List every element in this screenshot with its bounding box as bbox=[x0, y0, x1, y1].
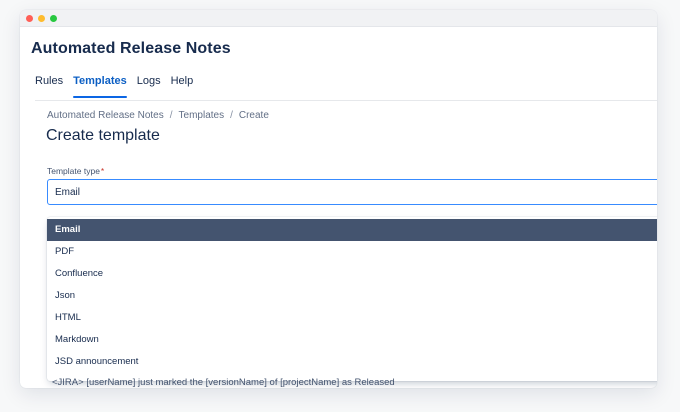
option-html[interactable]: HTML bbox=[47, 307, 657, 329]
template-type-value: Email bbox=[55, 186, 81, 198]
breadcrumb-item-create: Create bbox=[238, 110, 269, 121]
email-subject-preview: <JIRA> [userName] just marked the [versi… bbox=[52, 377, 395, 388]
close-window-icon[interactable] bbox=[26, 14, 33, 22]
page-title: Create template bbox=[46, 127, 160, 144]
option-confluence[interactable]: Confluence bbox=[47, 263, 657, 285]
tab-templates[interactable]: Templates bbox=[68, 75, 132, 98]
breadcrumb-item-automated-release-notes[interactable]: Automated Release Notes bbox=[47, 110, 164, 121]
tab-logs[interactable]: Logs bbox=[132, 75, 166, 98]
breadcrumb-item-templates[interactable]: Templates bbox=[179, 110, 225, 121]
breadcrumb: Automated Release Notes / Templates / Cr… bbox=[47, 110, 269, 121]
app-window: Automated Release Notes Rules Templates … bbox=[20, 10, 657, 388]
nav-tabs: Rules Templates Logs Help bbox=[35, 75, 657, 101]
option-jsd-announcement[interactable]: JSD announcement bbox=[47, 351, 657, 373]
template-type-menu: Email PDF Confluence Json HTML Markdown … bbox=[47, 217, 657, 381]
zoom-window-icon[interactable] bbox=[50, 14, 57, 22]
option-pdf[interactable]: PDF bbox=[47, 241, 657, 263]
minimize-window-icon[interactable] bbox=[38, 14, 45, 22]
template-type-label-text: Template type bbox=[47, 166, 100, 176]
required-marker: * bbox=[100, 166, 105, 176]
tab-help[interactable]: Help bbox=[166, 75, 199, 98]
tab-rules[interactable]: Rules bbox=[35, 75, 68, 98]
option-email[interactable]: Email bbox=[47, 219, 657, 241]
option-json[interactable]: Json bbox=[47, 285, 657, 307]
breadcrumb-separator: / bbox=[230, 110, 233, 121]
template-type-select[interactable]: Email bbox=[47, 179, 657, 205]
breadcrumb-separator: / bbox=[169, 110, 173, 121]
window-titlebar bbox=[20, 10, 657, 27]
option-markdown[interactable]: Markdown bbox=[47, 329, 657, 351]
template-type-label: Template type* bbox=[47, 166, 104, 176]
app-title: Automated Release Notes bbox=[31, 40, 231, 57]
